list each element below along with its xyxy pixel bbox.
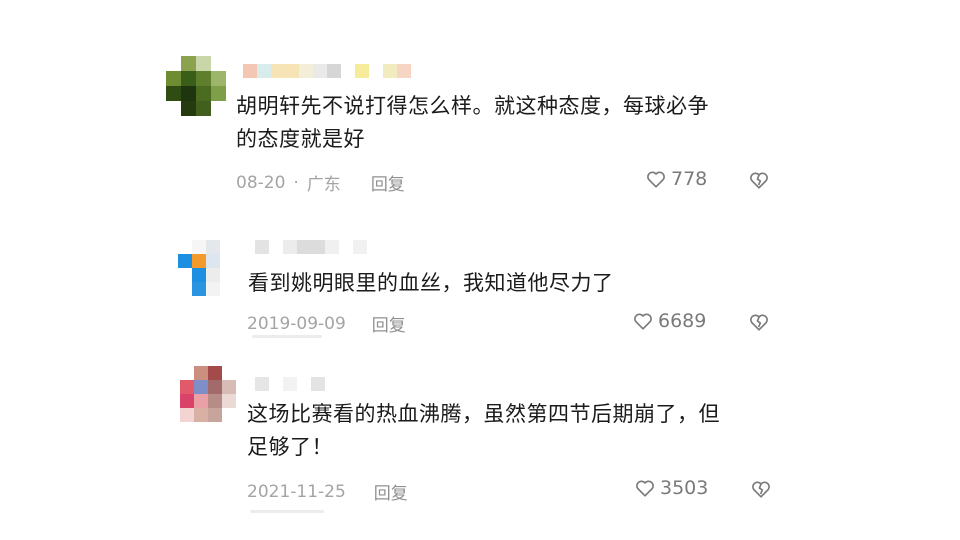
comment-text: 这场比赛看的热血沸腾，虽然第四节后期崩了，但 足够了！ [247, 398, 807, 464]
reply-button[interactable]: 回复 [371, 170, 405, 195]
comment-meta: 2021-11-25 回复 [247, 479, 408, 505]
comment-date: 2019-09-09 [247, 313, 346, 334]
dislike-button[interactable] [750, 478, 772, 500]
comment-text: 胡明轩先不说打得怎么样。就这种态度，每球必争 的态度就是好 [236, 90, 796, 156]
heart-outline-icon [636, 480, 654, 497]
broken-heart-icon [750, 172, 768, 189]
like-count: 778 [671, 168, 708, 190]
comment-text: 看到姚明眼里的血丝，我知道他尽力了 [248, 267, 808, 300]
reply-button[interactable]: 回复 [374, 479, 408, 504]
comment-item: 胡明轩先不说打得怎么样。就这种态度，每球必争 的态度就是好 08-20 · 广东… [0, 0, 960, 210]
avatar[interactable] [166, 56, 226, 116]
comment-date: 08-20 [236, 172, 286, 193]
avatar[interactable] [180, 366, 236, 422]
comment-date: 2021-11-25 [247, 481, 346, 502]
comment-text-line: 的态度就是好 [236, 127, 365, 151]
comment-text-line: 足够了！ [247, 435, 333, 459]
like-button[interactable]: 778 [645, 168, 707, 190]
comment-location: 广东 [306, 175, 341, 195]
dislike-button[interactable] [748, 311, 770, 333]
like-button[interactable]: 3503 [634, 477, 708, 499]
dislike-button[interactable] [748, 169, 770, 191]
comment-text-line: 胡明轩先不说打得怎么样。就这种态度，每球必争 [236, 94, 709, 118]
comment-meta: 08-20 · 广东 回复 [236, 170, 405, 196]
username-blurred[interactable] [255, 377, 325, 391]
avatar[interactable] [178, 240, 234, 296]
comment-item: 这场比赛看的热血沸腾，虽然第四节后期崩了，但 足够了！ 2021-11-25 回… [0, 360, 960, 540]
like-count: 6689 [658, 310, 707, 332]
broken-heart-icon [752, 481, 770, 498]
comment-list: 胡明轩先不说打得怎么样。就这种态度，每球必争 的态度就是好 08-20 · 广东… [0, 0, 960, 540]
divider [252, 335, 322, 338]
heart-outline-icon [634, 313, 652, 330]
username-blurred[interactable] [243, 64, 411, 78]
comment-item: 看到姚明眼里的血丝，我知道他尽力了 2019-09-09 回复 6689 [0, 210, 960, 360]
broken-heart-icon [750, 314, 768, 331]
meta-separator: · [293, 172, 299, 193]
heart-outline-icon [647, 171, 665, 188]
divider [250, 510, 324, 513]
like-count: 3503 [660, 477, 709, 499]
like-button[interactable]: 6689 [632, 310, 706, 332]
comment-meta: 2019-09-09 回复 [247, 311, 406, 337]
reply-button[interactable]: 回复 [372, 311, 406, 336]
comment-text-line: 看到姚明眼里的血丝，我知道他尽力了 [248, 271, 614, 295]
comment-text-line: 这场比赛看的热血沸腾，虽然第四节后期崩了，但 [247, 402, 720, 426]
username-blurred[interactable] [255, 240, 367, 254]
